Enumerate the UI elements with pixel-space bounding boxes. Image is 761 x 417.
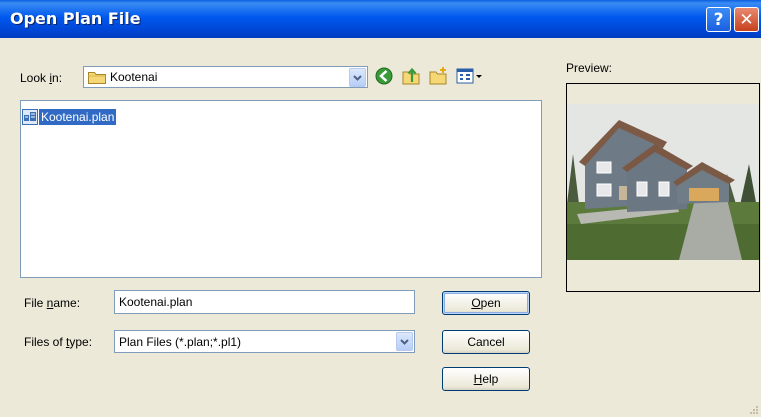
open-button-key: O: [471, 296, 481, 310]
file-name-value: Kootenai.plan: [119, 295, 193, 309]
house-preview-image: [567, 84, 759, 291]
file-name-label-pre: File: [24, 296, 47, 310]
title-bar[interactable]: Open Plan File ? ✕: [0, 0, 761, 38]
file-name-label-post: ame:: [53, 296, 81, 310]
plan-file-icon: [22, 108, 38, 125]
look-in-dropdown-button[interactable]: [349, 68, 366, 87]
open-plan-file-dialog: Open Plan File ? ✕ Look in: Kootenai Koo…: [0, 0, 761, 417]
file-type-combo[interactable]: Plan Files (*.plan;*.pl1): [114, 330, 415, 353]
preview-pane: [566, 83, 760, 292]
resize-grip-icon[interactable]: [748, 404, 759, 415]
file-name-text: Kootenai.plan: [39, 108, 117, 125]
help-button-rest: elp: [482, 372, 499, 386]
help-title-button[interactable]: ?: [706, 7, 731, 32]
file-list[interactable]: Kootenai.plan: [20, 100, 542, 278]
up-folder-icon[interactable]: [401, 66, 421, 86]
new-folder-icon[interactable]: [428, 66, 448, 86]
file-type-value: Plan Files (*.plan;*.pl1): [119, 335, 242, 349]
preview-label: Preview:: [566, 61, 613, 75]
folder-icon: [88, 72, 106, 84]
close-button[interactable]: ✕: [734, 7, 759, 32]
file-type-dropdown-button[interactable]: [396, 332, 413, 351]
look-in-label-post: n:: [52, 71, 63, 85]
look-in-value: Kootenai: [110, 70, 158, 84]
window-title: Open Plan File: [10, 9, 141, 28]
look-in-label: Look in:: [20, 71, 62, 85]
view-menu-icon[interactable]: [456, 66, 482, 86]
chevron-down-icon: [400, 339, 409, 345]
file-type-label-pre: Files of: [24, 335, 67, 349]
open-button-rest: pen: [480, 296, 501, 310]
chevron-down-icon: [353, 75, 362, 81]
look-in-label-pre: Look: [20, 71, 50, 85]
open-button[interactable]: Open: [442, 291, 530, 315]
look-in-combo[interactable]: Kootenai: [83, 66, 368, 88]
back-icon[interactable]: [374, 66, 394, 86]
file-type-label: Files of type:: [24, 335, 92, 349]
file-name-input[interactable]: Kootenai.plan: [114, 290, 415, 314]
file-type-label-post: ype:: [69, 335, 93, 349]
list-item[interactable]: Kootenai.plan: [22, 108, 117, 125]
help-button[interactable]: Help: [442, 367, 530, 391]
file-name-label: File name:: [24, 296, 80, 310]
cancel-button[interactable]: Cancel: [442, 330, 530, 354]
